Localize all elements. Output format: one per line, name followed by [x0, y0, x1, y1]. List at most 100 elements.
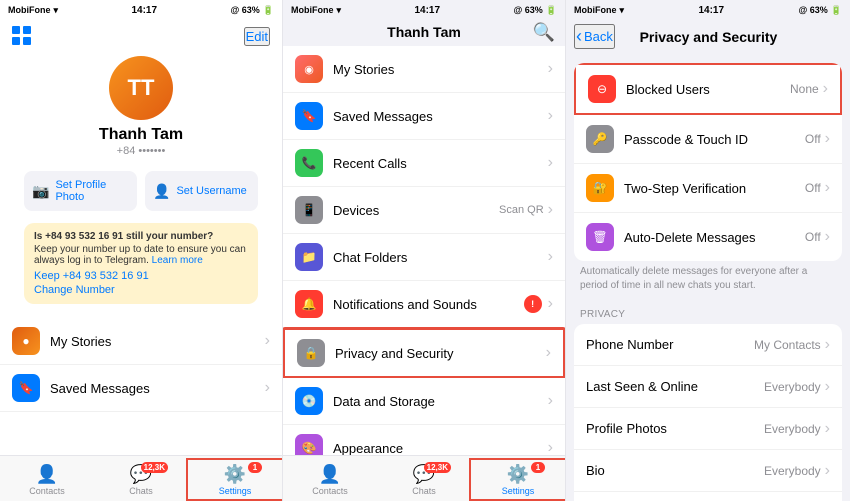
grid-icon[interactable] — [12, 26, 32, 46]
settings-icon-2: ⚙️ — [507, 464, 529, 485]
number-warning-box: Is +84 93 532 16 91 still your number? K… — [24, 223, 258, 304]
tab-bar-1: 👤 Contacts 💬 Chats 12,3K ⚙️ Settings 1 — [0, 455, 282, 501]
last-seen-row[interactable]: Last Seen & Online Everybody — [574, 366, 842, 408]
blocked-icon: ⊖ — [588, 75, 616, 103]
chevron-icon — [548, 248, 553, 266]
status-bar-3: MobiFone ▾ 14:17 @ 63% 🔋 — [566, 0, 850, 20]
chevron-icon — [825, 336, 830, 354]
notif-icon: 🔔 — [295, 290, 323, 318]
settings-chat-folders[interactable]: 📁 Chat Folders — [283, 234, 565, 281]
profile-actions: 📷 Set Profile Photo 👤 Set Username — [12, 165, 270, 217]
camera-icon: 📷 — [32, 183, 49, 200]
keep-number-link[interactable]: Keep +84 93 532 16 91 — [34, 270, 248, 282]
profile-list: ● My Stories 🔖 Saved Messages — [0, 318, 282, 455]
privacy-section-header: PRIVACY — [566, 301, 850, 324]
warning-body: Keep your number up to date to ensure yo… — [34, 244, 248, 266]
tab-chats-1[interactable]: 💬 Chats 12,3K — [94, 460, 188, 499]
chevron-icon — [546, 344, 551, 362]
notification-badge: ! — [524, 295, 542, 313]
back-button[interactable]: ‹ Back — [574, 24, 615, 49]
settings-badge: 1 — [248, 462, 262, 473]
settings-saved-messages[interactable]: 🔖 Saved Messages — [283, 93, 565, 140]
twostep-icon: 🔐 — [586, 174, 614, 202]
profile-name: Thanh Tam — [99, 126, 183, 144]
autodelete-icon: 🗑 — [586, 223, 614, 251]
change-number-link[interactable]: Change Number — [34, 284, 248, 296]
profile-panel: MobiFone ▾ 14:17 @ 63% 🔋 Edit TT Thanh T… — [0, 0, 283, 501]
chevron-icon — [825, 462, 830, 480]
tab-settings-2[interactable]: ⚙️ Settings 1 — [471, 460, 565, 499]
profile-header: Edit TT Thanh Tam +84 ••••••• 📷 Set Prof… — [0, 20, 282, 318]
profile-photos-row[interactable]: Profile Photos Everybody — [574, 408, 842, 450]
chevron-icon — [825, 420, 830, 438]
back-chevron-icon: ‹ — [576, 26, 582, 47]
set-profile-photo-button[interactable]: 📷 Set Profile Photo — [24, 171, 137, 211]
status-bar-1: MobiFone ▾ 14:17 @ 63% 🔋 — [0, 0, 282, 20]
chevron-icon — [825, 130, 830, 148]
chats-badge-2: 12,3K — [424, 462, 451, 473]
settings-panel-title: Thanh Tam — [387, 24, 461, 40]
phone-number-row[interactable]: Phone Number My Contacts — [574, 324, 842, 366]
chevron-icon — [548, 60, 553, 78]
settings-appearance[interactable]: 🎨 Appearance — [283, 425, 565, 455]
privacy-list: ⊖ Blocked Users None 🔑 Passcode & Touch … — [566, 55, 850, 501]
chevron-icon — [825, 378, 830, 396]
status-bar-2: MobiFone ▾ 14:17 @ 63% 🔋 — [283, 0, 565, 20]
saved-icon: 🔖 — [12, 374, 40, 402]
chevron-icon — [823, 80, 828, 98]
devices-icon: 📱 — [295, 196, 323, 224]
stories-icon: ● — [12, 327, 40, 355]
chevron-icon — [548, 107, 553, 125]
settings-data-storage[interactable]: 💿 Data and Storage — [283, 378, 565, 425]
data-icon: 💿 — [295, 387, 323, 415]
settings-panel: MobiFone ▾ 14:17 @ 63% 🔋 Thanh Tam 🔍 ◉ M… — [283, 0, 566, 501]
auto-delete-desc: Automatically delete messages for everyo… — [566, 261, 850, 301]
saved-messages-row[interactable]: 🔖 Saved Messages — [0, 365, 282, 412]
chevron-icon — [548, 154, 553, 172]
settings-my-stories[interactable]: ◉ My Stories — [283, 46, 565, 93]
privacy-nav: ‹ Back Privacy and Security — [566, 20, 850, 55]
status-time-1: 14:17 — [131, 5, 157, 16]
chevron-icon — [825, 179, 830, 197]
stories-icon: ◉ — [295, 55, 323, 83]
chats-badge: 12,3K — [141, 462, 168, 473]
settings-notifications[interactable]: 🔔 Notifications and Sounds ! — [283, 281, 565, 328]
chevron-icon — [548, 392, 553, 410]
two-step-row[interactable]: 🔐 Two-Step Verification Off — [574, 164, 842, 213]
settings-list: ◉ My Stories 🔖 Saved Messages 📞 Recent C… — [283, 46, 565, 455]
search-button[interactable]: 🔍 — [533, 22, 555, 43]
avatar: TT — [109, 56, 173, 120]
chevron-icon — [548, 295, 553, 313]
settings-badge-2: 1 — [531, 462, 545, 473]
at-icon: 👤 — [153, 183, 170, 200]
blocked-users-row[interactable]: ⊖ Blocked Users None — [574, 63, 842, 115]
contacts-icon: 👤 — [36, 464, 58, 485]
profile-top-bar: Edit — [12, 24, 270, 52]
settings-recent-calls[interactable]: 📞 Recent Calls — [283, 140, 565, 187]
passcode-row[interactable]: 🔑 Passcode & Touch ID Off — [574, 115, 842, 164]
warning-title: Is +84 93 532 16 91 still your number? — [34, 231, 248, 242]
privacy-group: Phone Number My Contacts Last Seen & Onl… — [574, 324, 842, 501]
folders-icon: 📁 — [295, 243, 323, 271]
privacy-panel-title: Privacy and Security — [615, 29, 802, 45]
settings-privacy[interactable]: 🔒 Privacy and Security — [283, 328, 565, 378]
settings-devices[interactable]: 📱 Devices Scan QR — [283, 187, 565, 234]
calls-icon: 📞 — [295, 149, 323, 177]
tab-bar-2: 👤 Contacts 💬 Chats 12,3K ⚙️ Settings 1 — [283, 455, 565, 501]
appearance-icon: 🎨 — [295, 434, 323, 455]
contacts-icon: 👤 — [319, 464, 341, 485]
tab-contacts-2[interactable]: 👤 Contacts — [283, 460, 377, 499]
tab-contacts-1[interactable]: 👤 Contacts — [0, 460, 94, 499]
settings-icon: ⚙️ — [224, 464, 246, 485]
set-username-button[interactable]: 👤 Set Username — [145, 171, 258, 211]
saved-icon: 🔖 — [295, 102, 323, 130]
edit-button[interactable]: Edit — [244, 27, 270, 46]
privacy-panel: MobiFone ▾ 14:17 @ 63% 🔋 ‹ Back Privacy … — [566, 0, 850, 501]
auto-delete-row[interactable]: 🗑 Auto-Delete Messages Off — [574, 213, 842, 261]
tab-settings-1[interactable]: ⚙️ Settings 1 — [188, 460, 282, 499]
my-stories-row[interactable]: ● My Stories — [0, 318, 282, 365]
forwarded-messages-row[interactable]: Forwarded Messages Everybody — [574, 492, 842, 501]
bio-row[interactable]: Bio Everybody — [574, 450, 842, 492]
learn-more-link[interactable]: Learn more — [152, 255, 203, 266]
tab-chats-2[interactable]: 💬 Chats 12,3K — [377, 460, 471, 499]
